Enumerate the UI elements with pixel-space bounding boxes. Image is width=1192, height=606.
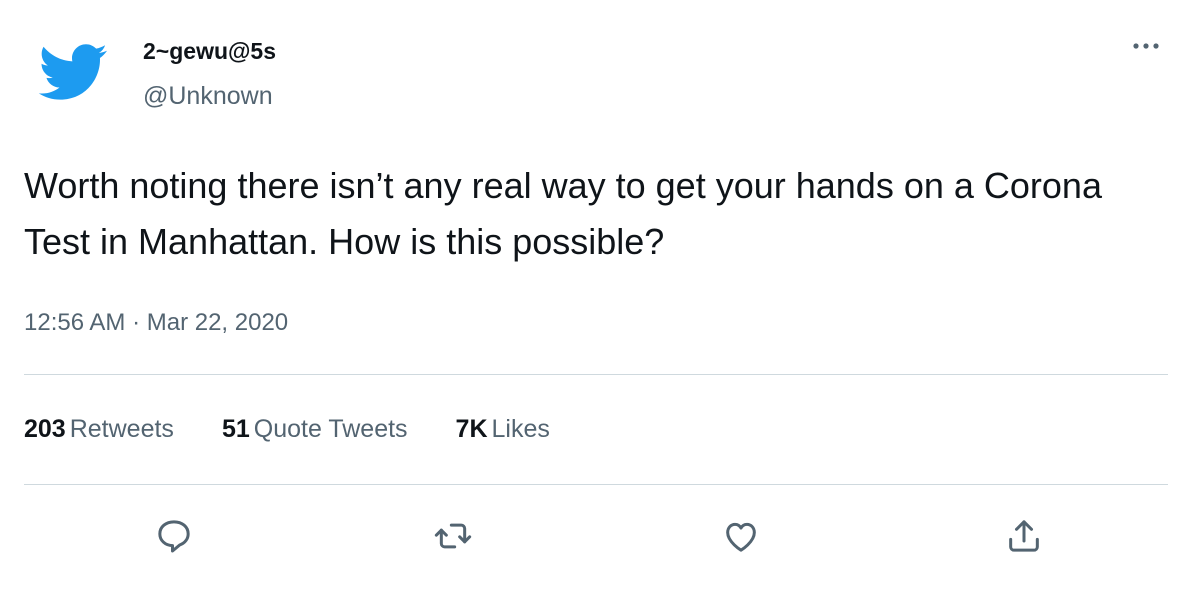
reply-icon bbox=[158, 520, 190, 553]
retweet-button[interactable] bbox=[429, 512, 477, 560]
retweets-label: Retweets bbox=[69, 415, 174, 443]
twitter-bird-icon bbox=[36, 24, 108, 120]
like-button[interactable] bbox=[717, 512, 765, 560]
likes-count: 7K bbox=[455, 415, 488, 443]
more-dots-icon[interactable] bbox=[1126, 36, 1166, 56]
like-icon bbox=[726, 522, 756, 552]
tweet-text: Worth noting there isn’t any real way to… bbox=[24, 165, 1102, 262]
share-icon bbox=[1009, 520, 1039, 552]
divider bbox=[24, 484, 1168, 485]
retweet-icon bbox=[434, 523, 472, 549]
retweets-count: 203 bbox=[24, 415, 66, 443]
retweets-stat[interactable]: 203 Retweets bbox=[24, 415, 174, 444]
author-handle[interactable]: @Unknown bbox=[143, 82, 273, 111]
share-button[interactable] bbox=[1000, 512, 1048, 560]
likes-label: Likes bbox=[491, 415, 550, 443]
quote-tweets-label: Quote Tweets bbox=[253, 415, 408, 443]
quote-tweets-stat[interactable]: 51 Quote Tweets bbox=[222, 415, 408, 444]
divider bbox=[24, 374, 1168, 375]
author-display-name[interactable]: 2~gewu@5s bbox=[143, 38, 276, 65]
quote-tweets-count: 51 bbox=[221, 415, 250, 443]
likes-stat[interactable]: 7K Likes bbox=[456, 415, 550, 444]
tweet-stats: 203 Retweets 51 Quote Tweets 7K Likes bbox=[24, 415, 598, 444]
reply-button[interactable] bbox=[150, 512, 198, 560]
tweet-timestamp[interactable]: 12:56 AM · Mar 22, 2020 bbox=[24, 309, 288, 337]
